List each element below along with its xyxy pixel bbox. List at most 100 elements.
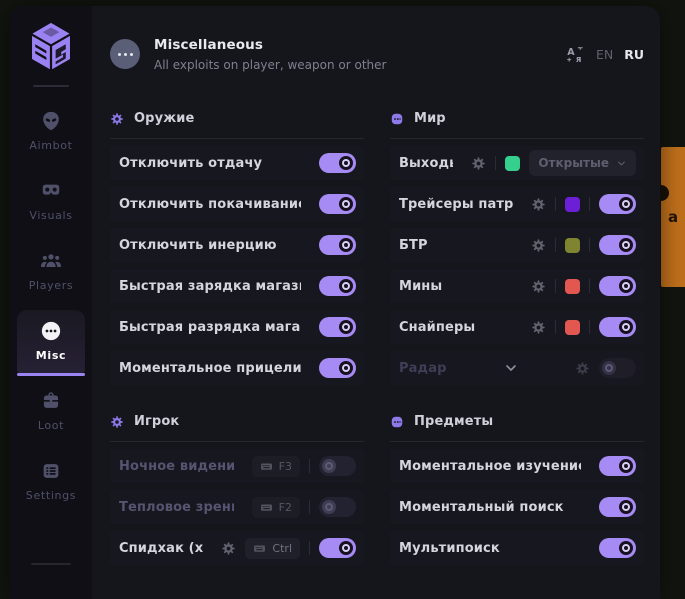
sidebar-divider [33, 85, 69, 87]
keybind-label: Ctrl [272, 542, 292, 555]
items-icon [390, 414, 404, 428]
color-swatch-mines[interactable] [565, 279, 580, 294]
sidebar-item-label: Players [29, 279, 74, 292]
section-underline [390, 138, 644, 139]
sidebar-item-label: Visuals [29, 209, 72, 222]
header-text: Miscellaneous All exploits on player, we… [154, 37, 386, 72]
toggle-disable-recoil[interactable] [319, 153, 356, 173]
toggle-knob [339, 361, 353, 375]
toggle-fast-magazine-unload[interactable] [319, 317, 356, 337]
gear-icon [110, 414, 124, 428]
lang-en-button[interactable]: EN [596, 47, 613, 62]
toggle-instant-research[interactable] [599, 456, 636, 476]
toggle-btr[interactable] [599, 235, 636, 255]
row-label: Радар [399, 361, 447, 376]
goggles-icon [40, 180, 62, 202]
gear-icon[interactable] [531, 279, 546, 294]
sidebar-item-settings[interactable]: Settings [17, 450, 85, 513]
sidebar-item-label: Misc [36, 349, 66, 362]
toggle-knob [619, 500, 633, 514]
color-swatch-tracers[interactable] [565, 197, 580, 212]
dots-circle-icon [40, 320, 62, 342]
sidebar-nav: Aimbot Visuals Players Misc Loot Setting… [10, 93, 92, 513]
toggle-disable-sway[interactable] [319, 194, 356, 214]
toggle-bullet-tracers[interactable] [599, 194, 636, 214]
toggle-speedhack[interactable] [319, 538, 356, 558]
row-label: Выходы [399, 156, 453, 171]
toggle-knob [619, 238, 633, 252]
lang-ru-button[interactable]: RU [624, 47, 644, 62]
sidebar-bottom-divider [31, 563, 71, 565]
gear-icon[interactable] [531, 197, 546, 212]
toggle-thermal-vision[interactable] [319, 497, 356, 517]
gear-icon[interactable] [575, 361, 590, 376]
toggle-knob [339, 320, 353, 334]
sidebar-item-loot[interactable]: Loot [17, 380, 85, 443]
exits-dropdown[interactable]: Открытые [529, 150, 636, 176]
toggle-mines[interactable] [599, 276, 636, 296]
toggle-night-vision[interactable] [319, 456, 356, 476]
row-label: Моментальное прицеливание [119, 361, 301, 376]
keybind-night-vision[interactable]: F3 [252, 456, 300, 477]
toggle-knob [619, 197, 633, 211]
page-title: Miscellaneous [154, 37, 386, 53]
toggle-disable-inertia[interactable] [319, 235, 356, 255]
chevron-down-icon[interactable] [503, 360, 519, 376]
toggle-radar[interactable] [599, 358, 636, 378]
gear-icon[interactable] [531, 238, 546, 253]
row-label: Снайперы [399, 320, 475, 335]
keybind-thermal-vision[interactable]: F2 [252, 497, 300, 518]
row-label: Трейсеры патронов [399, 197, 513, 212]
keybind-speedhack[interactable]: Ctrl [245, 538, 300, 559]
sidebar-item-misc[interactable]: Misc [17, 310, 85, 373]
row-speedhack: Спидхак (x1.8) Ctrl [110, 531, 364, 565]
briefcase-icon [40, 390, 62, 412]
toggle-instant-search[interactable] [599, 497, 636, 517]
row-instant-ads: Моментальное прицеливание [110, 351, 364, 385]
gear-icon[interactable] [531, 320, 546, 335]
language-switcher: EN RU [566, 45, 644, 64]
toggle-snipers[interactable] [599, 317, 636, 337]
background-game-element: a [661, 147, 685, 287]
dropdown-value: Открытые [538, 156, 609, 170]
row-label: Быстрая разрядка магазинов [119, 320, 301, 335]
color-swatch-exits[interactable] [505, 156, 520, 171]
sidebar: Aimbot Visuals Players Misc Loot Setting… [10, 6, 92, 599]
toggle-knob [619, 541, 633, 555]
chevron-down-icon [616, 158, 627, 169]
row-label: Моментальный поиск [399, 500, 564, 515]
keyboard-icon [253, 542, 266, 555]
toggle-knob [339, 541, 353, 555]
row-label: Моментальное изучение [399, 459, 581, 474]
section-underline [390, 441, 644, 442]
row-label: Быстрая зарядка магазинов [119, 279, 301, 294]
gear-icon[interactable] [221, 541, 236, 556]
sidebar-item-aimbot[interactable]: Aimbot [17, 100, 85, 163]
toggle-fast-magazine-load[interactable] [319, 276, 356, 296]
section-title: Игрок [134, 414, 179, 429]
row-fast-magazine-load: Быстрая зарядка магазинов [110, 269, 364, 303]
row-exits: Выходы Открытые [390, 146, 644, 180]
section-world-header: Мир [390, 108, 644, 128]
toggle-knob [322, 500, 336, 514]
row-label: Спидхак (x1.8) [119, 541, 203, 556]
color-swatch-btr[interactable] [565, 238, 580, 253]
row-label: Мультипоиск [399, 541, 500, 556]
gear-icon[interactable] [471, 156, 486, 171]
toggle-knob [602, 361, 616, 375]
row-multi-search: Мультипоиск [390, 531, 644, 565]
players-icon [40, 250, 62, 272]
color-swatch-snipers[interactable] [565, 320, 580, 335]
section-player-header: Игрок [110, 411, 364, 431]
sidebar-item-visuals[interactable]: Visuals [17, 170, 85, 233]
page-header: Miscellaneous All exploits on player, we… [110, 6, 644, 92]
toggle-instant-ads[interactable] [319, 358, 356, 378]
list-icon [40, 460, 62, 482]
row-mines: Мины [390, 269, 644, 303]
section-title: Предметы [414, 414, 493, 429]
right-column: Мир Выходы Открытые Трейсеры патронов [390, 92, 644, 599]
alien-icon [40, 110, 62, 132]
sidebar-item-players[interactable]: Players [17, 240, 85, 303]
toggle-multi-search[interactable] [599, 538, 636, 558]
row-btr: БТР [390, 228, 644, 262]
